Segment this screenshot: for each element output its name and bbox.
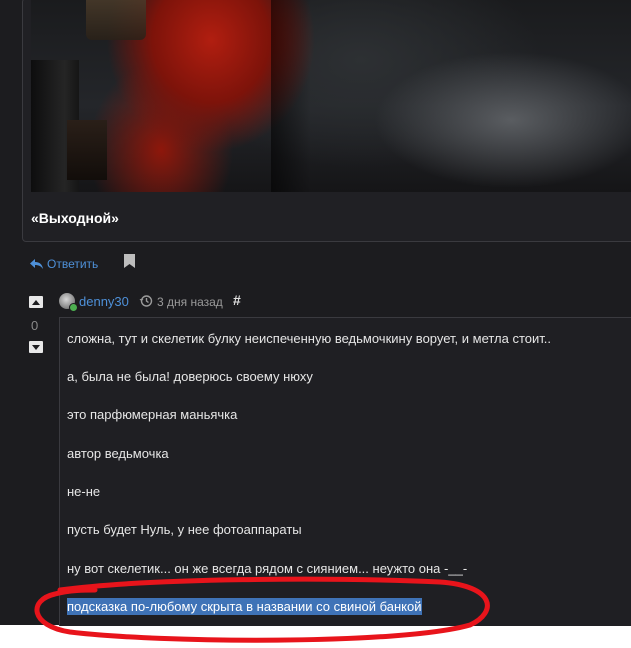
bookmark-icon[interactable] (124, 254, 135, 268)
arrow-up-icon (32, 299, 40, 305)
comment-line: это парфюмерная маньячка (67, 407, 238, 422)
post-image[interactable] (31, 0, 631, 192)
selected-text: подсказка по-любому скрыта в названии со… (67, 598, 422, 615)
comment-line: а, была не была! доверюсь своему нюху (67, 369, 313, 384)
reply-label: Ответить (47, 257, 99, 271)
comment-author[interactable]: denny30 (79, 294, 129, 309)
image-shelf (67, 120, 107, 180)
comment-line: сложна, тут и скелетик булку неиспеченну… (67, 331, 552, 346)
arrow-down-icon (32, 344, 40, 350)
reply-arrow-icon (30, 258, 43, 269)
online-status-icon (69, 303, 78, 312)
upvote-button[interactable] (29, 296, 43, 308)
downvote-button[interactable] (29, 341, 43, 353)
permalink[interactable]: # (233, 292, 241, 308)
image-shadow (271, 0, 311, 192)
reply-button[interactable]: Ответить (30, 257, 98, 271)
vote-count: 0 (31, 318, 39, 333)
comment-line: пусть будет Нуль, у нее фотоаппараты (67, 522, 302, 537)
comment-line: ну вот скелетик... он же всегда рядом с … (67, 561, 468, 576)
comment-line: автор ведьмочка (67, 446, 169, 461)
comment-line-selected: подсказка по-любому скрыта в названии со… (67, 598, 422, 615)
history-icon[interactable] (139, 294, 153, 308)
image-jar (86, 0, 146, 40)
comment-timestamp[interactable]: 3 дня назад (157, 295, 223, 309)
comment-line: не-не (67, 484, 101, 499)
comment-body (59, 317, 631, 626)
post-caption: «Выходной» (31, 210, 119, 226)
